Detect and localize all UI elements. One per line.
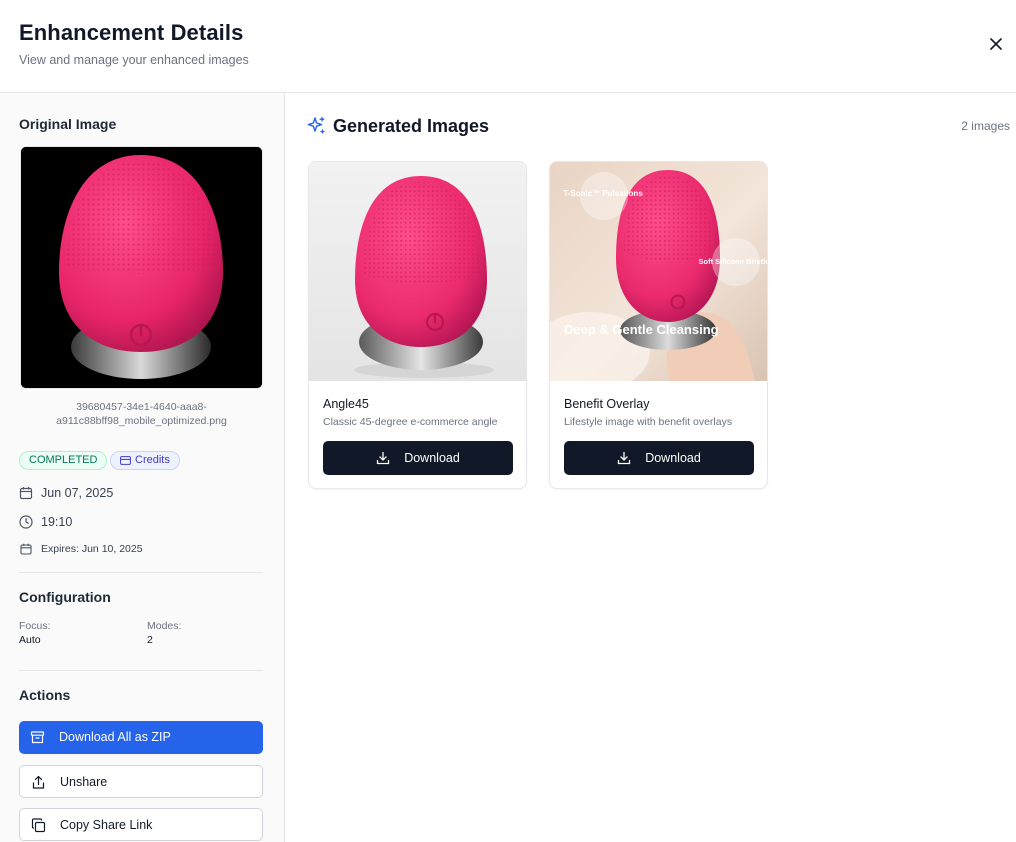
created-date: Jun 07, 2025	[19, 486, 113, 500]
copy-share-link-button[interactable]: Copy Share Link	[19, 808, 263, 841]
download-button[interactable]: Download	[323, 441, 513, 475]
expiry-date-value: Expires: Jun 10, 2025	[41, 543, 143, 555]
created-time: 19:10	[19, 515, 72, 529]
download-label: Download	[645, 451, 701, 465]
details-sidebar: Original Image 39680457-34e1-4640-aaa8-a…	[0, 93, 285, 842]
unshare-label: Unshare	[60, 775, 108, 789]
close-icon	[990, 38, 1002, 50]
status-badge: COMPLETED	[19, 451, 108, 470]
configuration-title: Configuration	[19, 589, 111, 605]
generated-images-title: Generated Images	[333, 116, 490, 136]
card-icon	[120, 456, 131, 465]
copy-icon	[31, 818, 46, 833]
overlay-text-3: Deep & Gentle Cleansing	[564, 322, 719, 337]
download-button[interactable]: Download	[564, 441, 754, 475]
archive-icon	[30, 730, 45, 745]
download-icon	[617, 451, 631, 465]
expiry-date: Expires: Jun 10, 2025	[19, 542, 143, 556]
credits-badge-label: Credits	[135, 454, 170, 466]
overlay-text-1: T-Sonic™ Pulsations	[563, 189, 643, 198]
created-time-value: 19:10	[41, 515, 73, 529]
original-filename: 39680457-34e1-4640-aaa8-a911c88bff98_mob…	[56, 401, 227, 427]
generated-images-panel: Generated Images 2 images Angle45 Classi…	[286, 93, 1016, 842]
close-button[interactable]	[986, 34, 1006, 54]
page-title: Enhancement Details	[19, 20, 244, 45]
divider	[19, 670, 263, 671]
focus-label: Focus:	[19, 620, 51, 632]
card-title: Benefit Overlay	[564, 397, 650, 411]
svg-text:Soft Silicone Bristles: Soft Silicone Bristles	[698, 257, 768, 266]
actions-title: Actions	[19, 687, 71, 703]
focus-value: Auto	[19, 634, 41, 646]
generated-image-thumbnail[interactable]	[309, 162, 526, 381]
download-zip-label: Download All as ZIP	[59, 730, 171, 744]
calendar-icon	[19, 486, 33, 500]
modes-label: Modes:	[147, 620, 182, 632]
modes-value: 2	[147, 634, 153, 646]
original-image	[20, 146, 263, 389]
download-label: Download	[404, 451, 460, 465]
card-title: Angle45	[323, 397, 369, 411]
generated-image-thumbnail[interactable]: T-Sonic™ Pulsations Soft Silicone Bristl…	[550, 162, 768, 392]
download-zip-button[interactable]: Download All as ZIP	[19, 721, 263, 754]
overlay-text-2: Soft Silicone Bristles	[698, 257, 768, 266]
page-subtitle: View and manage your enhanced images	[19, 53, 249, 67]
created-date-value: Jun 07, 2025	[41, 486, 114, 500]
unshare-button[interactable]: Unshare	[19, 765, 263, 798]
calendar-icon	[19, 542, 33, 556]
card-description: Lifestyle image with benefit overlays	[564, 416, 733, 428]
dialog-header: Enhancement Details View and manage your…	[0, 0, 1016, 93]
generated-image-card: T-Sonic™ Pulsations Soft Silicone Bristl…	[549, 161, 768, 489]
credits-badge: Credits	[110, 451, 180, 470]
image-count: 2 images	[961, 119, 1010, 133]
copy-share-link-label: Copy Share Link	[60, 818, 153, 832]
clock-icon	[19, 515, 33, 529]
download-icon	[376, 451, 390, 465]
card-description: Classic 45-degree e-commerce angle	[323, 416, 498, 428]
share-icon	[31, 775, 46, 790]
svg-text:T-Sonic™ Pulsations: T-Sonic™ Pulsations	[563, 189, 643, 198]
sparkle-icon	[307, 116, 325, 134]
original-image-title: Original Image	[19, 116, 117, 132]
divider	[19, 572, 263, 573]
generated-image-card: Angle45 Classic 45-degree e-commerce ang…	[308, 161, 527, 489]
svg-text:Deep & Gentle Cleansing: Deep & Gentle Cleansing	[564, 322, 719, 337]
